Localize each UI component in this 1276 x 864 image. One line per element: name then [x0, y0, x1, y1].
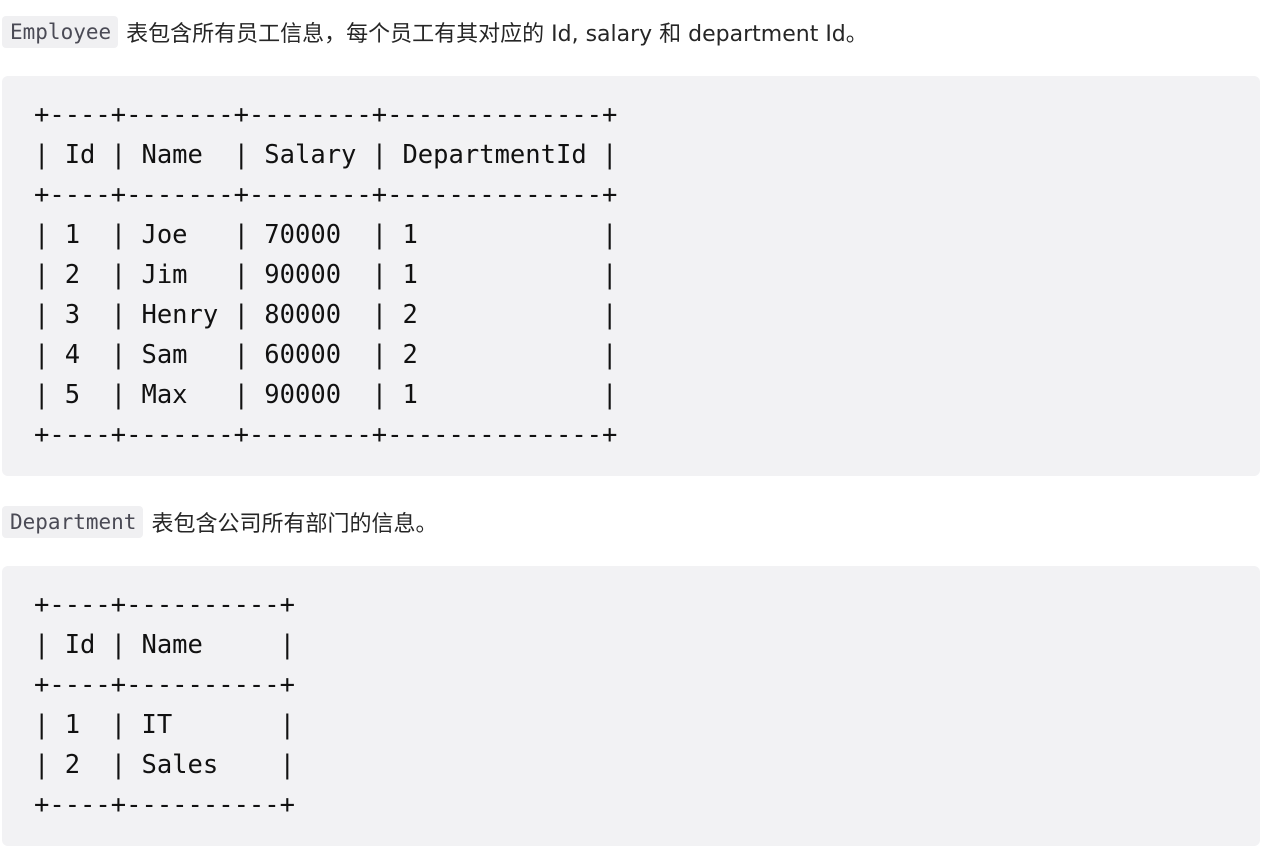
department-table-row: | 2 | Sales |: [34, 750, 295, 780]
department-description-text: 表包含公司所有部门的信息。: [151, 512, 438, 537]
employee-table-name-code: Employee: [2, 15, 119, 49]
employee-table-row: | 1 | Joe | 70000 | 1 |: [34, 220, 618, 250]
employee-description-text: 表包含所有员工信息，每个员工有其对应的 Id, salary 和 departm…: [126, 22, 868, 47]
department-table-header-separator: +----+----------+: [34, 670, 295, 700]
employee-table-header-separator: +----+-------+--------+--------------+: [34, 180, 618, 210]
employee-table-code-block: +----+-------+--------+--------------+ |…: [2, 76, 1260, 476]
department-table-code-block: +----+----------+ | Id | Name | +----+--…: [2, 566, 1260, 846]
employee-table-header-row: | Id | Name | Salary | DepartmentId |: [34, 140, 618, 170]
employee-table-row: | 4 | Sam | 60000 | 2 |: [34, 340, 618, 370]
department-description: Department 表包含公司所有部门的信息。: [2, 502, 437, 542]
employee-table-row: | 5 | Max | 90000 | 1 |: [34, 380, 618, 410]
department-table-border-top: +----+----------+: [34, 590, 295, 620]
department-table-header-row: | Id | Name |: [34, 630, 295, 660]
department-table-border-bottom: +----+----------+: [34, 790, 295, 820]
employee-table-border-top: +----+-------+--------+--------------+: [34, 100, 618, 130]
employee-description: Employee 表包含所有员工信息，每个员工有其对应的 Id, salary …: [2, 12, 868, 52]
department-table-name-code: Department: [2, 505, 144, 539]
department-table-row: | 1 | IT |: [34, 710, 295, 740]
employee-table-border-bottom: +----+-------+--------+--------------+: [34, 420, 618, 450]
employee-table-row: | 2 | Jim | 90000 | 1 |: [34, 260, 618, 290]
employee-table-row: | 3 | Henry | 80000 | 2 |: [34, 300, 618, 330]
